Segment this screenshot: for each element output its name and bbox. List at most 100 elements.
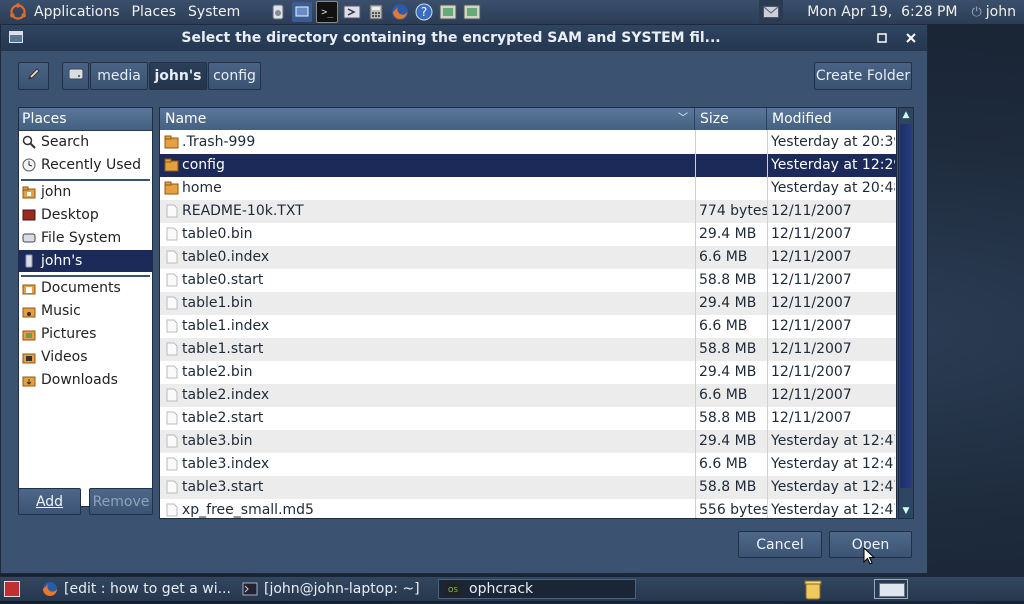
file-modified: 12/11/2007 xyxy=(771,295,852,311)
task-terminal[interactable]: [john@john-laptop: ~] xyxy=(240,579,430,599)
file-row[interactable]: home Yesterday at 20:48 xyxy=(160,177,896,200)
place-john[interactable]: john xyxy=(19,181,152,203)
place-johns[interactable]: john's xyxy=(19,250,152,272)
edit-location-button[interactable] xyxy=(18,62,49,90)
column-name[interactable]: Name ﹀ xyxy=(160,108,695,130)
firefox-icon[interactable] xyxy=(390,2,410,22)
title-bar[interactable]: Select the directory containing the encr… xyxy=(1,25,927,51)
file-name: table1.index xyxy=(182,318,270,334)
place-music[interactable]: Music xyxy=(19,300,152,322)
file-row[interactable]: table0.index 6.6 MB 12/11/2007 xyxy=(160,246,896,269)
place-label: Search xyxy=(41,134,90,150)
menu-system[interactable]: System xyxy=(182,0,246,24)
task-ophcrack[interactable]: OS ophcrack xyxy=(438,579,636,599)
file-list-scrollbar[interactable]: ▲ ▼ xyxy=(898,107,914,519)
folder-icon xyxy=(164,158,179,172)
file-row[interactable]: xp_free_small.md5 556 bytes Yesterday at 1… xyxy=(160,499,896,518)
place-documents[interactable]: Documents xyxy=(19,277,152,299)
path-config-button[interactable]: config xyxy=(208,62,261,90)
system-monitor-icon[interactable] xyxy=(438,2,458,22)
place-label: Documents xyxy=(41,280,121,296)
place-file-system[interactable]: File System xyxy=(19,227,152,249)
disk-utility-icon[interactable] xyxy=(268,2,288,22)
place-search[interactable]: Search xyxy=(19,131,152,153)
close-button[interactable] xyxy=(902,29,920,47)
trash-icon[interactable] xyxy=(803,578,823,600)
places-header[interactable]: Places xyxy=(19,108,152,131)
file-row[interactable]: .Trash-999 Yesterday at 20:39 xyxy=(160,131,896,154)
file-size: 556 bytes xyxy=(699,502,769,518)
user-name[interactable]: john xyxy=(986,4,1016,20)
mail-icon[interactable] xyxy=(759,0,784,24)
file-row[interactable]: table3.index 6.6 MB Yesterday at 12:47 xyxy=(160,453,896,476)
scroll-up-arrow-icon[interactable]: ▲ xyxy=(899,108,913,122)
search-icon xyxy=(22,135,36,149)
path-johns-button[interactable]: john's xyxy=(149,62,207,90)
remove-place-button[interactable]: Remove xyxy=(89,488,153,515)
file-row[interactable]: table0.bin 29.4 MB 12/11/2007 xyxy=(160,223,896,246)
file-row[interactable]: table3.start 58.8 MB Yesterday at 12:47 xyxy=(160,476,896,499)
path-media-button[interactable]: media xyxy=(90,62,148,90)
file-modified: 12/11/2007 xyxy=(771,318,852,334)
folder-icon xyxy=(22,373,36,387)
maximize-button[interactable] xyxy=(873,29,891,47)
folder-icon xyxy=(22,327,36,341)
cancel-button[interactable]: Cancel xyxy=(738,531,822,558)
file-list: Name ﹀ Size Modified .Trash-999 Yesterday… xyxy=(159,107,897,519)
calculator-icon[interactable] xyxy=(366,2,386,22)
file-row[interactable]: config Yesterday at 12:29 xyxy=(160,154,896,177)
ubuntu-logo-icon[interactable] xyxy=(8,2,28,22)
file-name: table0.bin xyxy=(182,226,253,242)
folder-icon xyxy=(164,181,179,195)
place-videos[interactable]: Videos xyxy=(19,346,152,368)
file-row[interactable]: table2.index 6.6 MB 12/11/2007 xyxy=(160,384,896,407)
file-modified: 12/11/2007 xyxy=(771,249,852,265)
column-modified[interactable]: Modified xyxy=(767,108,896,130)
file-name: table1.start xyxy=(182,341,264,357)
file-name: table2.index xyxy=(182,387,270,403)
column-size[interactable]: Size xyxy=(695,108,767,130)
file-row[interactable]: table1.start 58.8 MB 12/11/2007 xyxy=(160,338,896,361)
place-label: File System xyxy=(41,230,122,246)
place-desktop[interactable]: Desktop xyxy=(19,204,152,226)
file-name: table3.bin xyxy=(182,433,253,449)
scroll-thumb[interactable] xyxy=(900,124,912,488)
workspace-switcher[interactable] xyxy=(874,579,908,599)
clock[interactable]: Mon Apr 19, 6:28 PM xyxy=(807,4,957,20)
file-row[interactable]: README-10k.TXT 774 bytes 12/11/2007 xyxy=(160,200,896,223)
network-icon[interactable] xyxy=(292,2,313,22)
task-firefox[interactable]: [edit : how to get a wi... xyxy=(40,579,232,599)
show-desktop-icon[interactable] xyxy=(4,581,20,597)
file-icon xyxy=(164,342,179,356)
file-row[interactable]: table0.start 58.8 MB 12/11/2007 xyxy=(160,269,896,292)
file-icon xyxy=(164,319,179,333)
file-size: 6.6 MB xyxy=(699,249,748,265)
add-place-button[interactable]: Add xyxy=(18,488,81,515)
terminal-launcher-icon[interactable]: >_ xyxy=(316,1,339,23)
file-row[interactable]: table3.bin 29.4 MB Yesterday at 12:47 xyxy=(160,430,896,453)
power-icon[interactable]: ⏻ xyxy=(972,5,982,20)
menu-places[interactable]: Places xyxy=(126,0,183,24)
file-modified: 12/11/2007 xyxy=(771,341,852,357)
help-icon[interactable]: ? xyxy=(414,2,434,22)
path-root-button[interactable] xyxy=(62,62,89,90)
file-size: 774 bytes xyxy=(699,203,769,219)
place-downloads[interactable]: Downloads xyxy=(19,369,152,391)
create-folder-button[interactable]: Create Folder xyxy=(814,62,912,90)
file-row[interactable]: table1.bin 29.4 MB 12/11/2007 xyxy=(160,292,896,315)
file-name: table2.bin xyxy=(182,364,253,380)
chip-icon[interactable] xyxy=(462,2,482,22)
file-row[interactable]: table1.index 6.6 MB 12/11/2007 xyxy=(160,315,896,338)
file-name: table0.index xyxy=(182,249,270,265)
file-size xyxy=(699,154,769,177)
file-row[interactable]: table2.bin 29.4 MB 12/11/2007 xyxy=(160,361,896,384)
place-label: Downloads xyxy=(41,372,118,388)
menu-applications[interactable]: Applications xyxy=(28,0,126,24)
place-pictures[interactable]: Pictures xyxy=(19,323,152,345)
file-icon xyxy=(164,365,179,379)
file-size: 29.4 MB xyxy=(699,433,757,449)
place-recently-used[interactable]: Recently Used xyxy=(19,154,152,176)
scroll-down-arrow-icon[interactable]: ▼ xyxy=(899,504,913,518)
run-command-icon[interactable] xyxy=(342,2,362,22)
file-row[interactable]: table2.start 58.8 MB 12/11/2007 xyxy=(160,407,896,430)
